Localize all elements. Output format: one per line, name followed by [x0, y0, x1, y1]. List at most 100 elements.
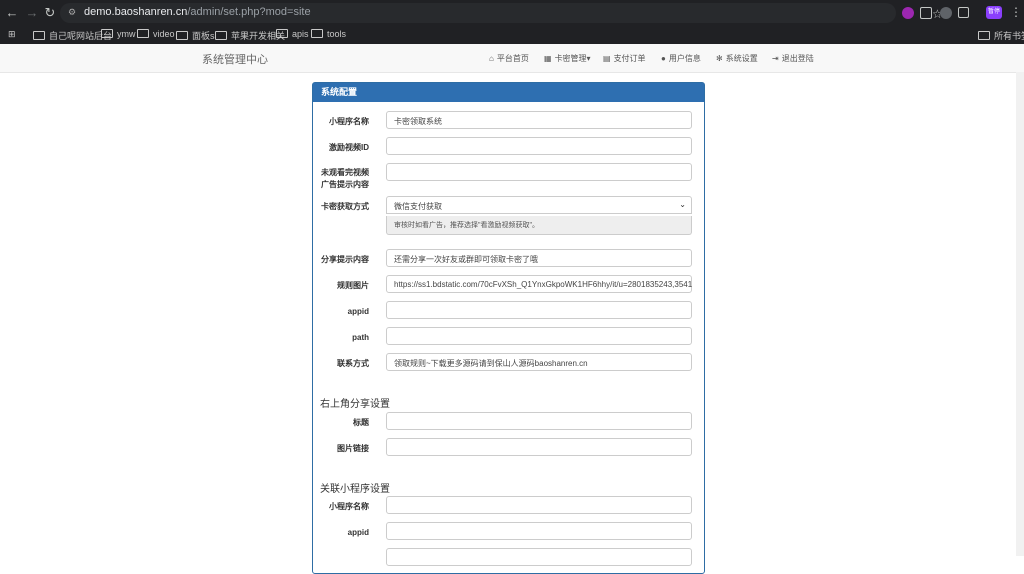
bookmark-folder[interactable]: 苹果开发相关	[215, 29, 285, 42]
bookmark-folder[interactable]: tools	[311, 29, 346, 39]
gear-icon: ✻	[716, 54, 723, 63]
chevron-down-icon: ⌄	[679, 200, 686, 209]
nav-label: 平台首页	[496, 54, 529, 63]
app-name-input[interactable]: 卡密领取系统	[386, 111, 692, 129]
field-label: 图片链接	[337, 444, 369, 453]
list-icon: ▤	[603, 54, 611, 63]
field-label: 激励视频ID	[329, 143, 369, 152]
folder-icon	[276, 29, 288, 38]
bookmark-label: ymw	[117, 29, 136, 39]
bookmark-folder[interactable]: ymw	[101, 29, 136, 39]
help-text-box: 审核时如看广告，推荐选择"看激励视频获取"。	[386, 216, 692, 235]
bookmark-label: 面板s	[192, 31, 215, 41]
bookmark-folder[interactable]: apis	[276, 29, 309, 39]
address-bar[interactable]: ⚙ demo.baoshanren.cn/admin/set.php?mod=s…	[60, 3, 943, 23]
user-icon: ●	[661, 54, 666, 63]
related-section-title: 关联小程序设置	[320, 484, 390, 495]
nav-user-info[interactable]: ● 用户信息	[661, 53, 701, 64]
extension-icon[interactable]	[920, 7, 932, 19]
panel-title: 系统配置	[321, 87, 358, 97]
bookmark-label: apis	[292, 29, 309, 39]
url-text: demo.baoshanren.cn/admin/set.php?mod=sit…	[84, 6, 311, 18]
bookmark-label: video	[153, 29, 175, 39]
input-value: https://ss1.bdstatic.com/70cFvXSh_Q1YnxG…	[394, 280, 692, 289]
folder-icon	[33, 31, 45, 40]
nav-label: 系统设置	[725, 54, 758, 63]
browser-toolbar: ← → ↻ ⚙ demo.baoshanren.cn/admin/set.php…	[0, 0, 1024, 26]
nav-label: 支付订单	[613, 54, 646, 63]
folder-icon	[101, 29, 113, 38]
field-label: 卡密获取方式	[321, 202, 369, 211]
share-tip-input[interactable]: 还需分享一次好友或群即可领取卡密了哦	[386, 249, 692, 267]
bookmarks-bar: ⊞ 自己呢网站后台 ymw video 面板s 苹果开发相关 apis tool…	[0, 26, 1024, 45]
share-title-input[interactable]	[386, 412, 692, 430]
contact-input[interactable]: 领取规则~下载更多源码请到保山人源码baoshanren.cn	[386, 353, 692, 371]
extension-icon[interactable]	[902, 7, 914, 19]
appid-input[interactable]	[386, 301, 692, 319]
nav-payment-orders[interactable]: ▤ 支付订单	[603, 53, 646, 64]
related-appid-input[interactable]	[386, 522, 692, 540]
panel-heading: 系统配置	[313, 83, 704, 102]
path-input[interactable]	[386, 327, 692, 345]
field-label: 小程序名称	[329, 502, 369, 511]
nav-label: 用户信息	[668, 54, 701, 63]
site-navbar: 系统管理中心 ⌂ 平台首页 ▦ 卡密管理▾ ▤ 支付订单 ● 用户信息 ✻ 系统设置 ⇥ 退…	[0, 44, 1024, 73]
reload-icon[interactable]: ↻	[42, 5, 58, 21]
site-info-icon[interactable]: ⚙	[68, 7, 78, 17]
folder-icon	[978, 31, 990, 40]
not-watched-tip-input[interactable]	[386, 163, 692, 181]
field-label: 广告提示内容	[321, 180, 369, 189]
field-label: path	[352, 333, 369, 342]
home-icon: ⌂	[489, 54, 494, 63]
logout-icon: ⇥	[772, 54, 779, 63]
nav-card-management[interactable]: ▦ 卡密管理▾	[544, 53, 591, 64]
page-scrollbar[interactable]	[1016, 72, 1024, 556]
help-text: 审核时如看广告，推荐选择"看激励视频获取"。	[394, 222, 539, 229]
back-icon[interactable]: ←	[4, 5, 20, 21]
card-method-select[interactable]: 微信支付获取 ⌄	[386, 196, 692, 214]
field-label: appid	[347, 307, 369, 316]
url-path: /admin/set.php?mod=site	[187, 6, 311, 18]
browser-menu-icon[interactable]: ⋮	[1010, 5, 1022, 19]
nav-system-settings[interactable]: ✻ 系统设置	[716, 53, 758, 64]
url-host: demo.baoshanren.cn	[84, 6, 188, 18]
all-bookmarks[interactable]: 所有书签	[978, 29, 1024, 42]
select-value: 微信支付获取	[394, 202, 442, 211]
extensions-puzzle-icon[interactable]	[958, 7, 969, 18]
share-section-title: 右上角分享设置	[320, 399, 390, 410]
field-label: 未观看完视频	[321, 168, 369, 177]
profile-label: 暂停	[987, 9, 1000, 15]
field-label: 联系方式	[337, 359, 369, 368]
related-path-input[interactable]	[386, 548, 692, 566]
nav-home[interactable]: ⌂ 平台首页	[489, 53, 529, 64]
bookmark-folder[interactable]: 面板s	[176, 29, 215, 42]
input-value: 还需分享一次好友或群即可领取卡密了哦	[394, 255, 538, 264]
bookmark-folder[interactable]: video	[137, 29, 175, 39]
all-bookmarks-label: 所有书签	[994, 31, 1024, 41]
folder-icon	[215, 31, 227, 40]
folder-icon	[311, 29, 323, 38]
nav-label: 退出登陆	[781, 54, 814, 63]
profile-avatar[interactable]: 暂停	[986, 6, 1002, 19]
related-app-name-input[interactable]	[386, 496, 692, 514]
share-image-input[interactable]	[386, 438, 692, 456]
field-label: appid	[347, 528, 369, 537]
forward-icon[interactable]: →	[24, 5, 40, 21]
field-label: 小程序名称	[329, 117, 369, 126]
video-id-input[interactable]	[386, 137, 692, 155]
extension-icon[interactable]	[940, 7, 952, 19]
field-label: 分享提示内容	[321, 255, 369, 264]
rule-image-input[interactable]: https://ss1.bdstatic.com/70cFvXSh_Q1YnxG…	[386, 275, 692, 293]
folder-icon	[176, 31, 188, 40]
field-label: 标题	[353, 418, 369, 427]
grid-icon: ▦	[544, 54, 552, 63]
apps-grid-icon[interactable]: ⊞	[8, 30, 17, 39]
nav-logout[interactable]: ⇥ 退出登陆	[772, 53, 814, 64]
input-value: 卡密领取系统	[394, 117, 442, 126]
system-config-panel: 系统配置 小程序名称 卡密领取系统 激励视频ID 未观看完视频 广告提示内容 卡…	[312, 82, 705, 574]
brand-title[interactable]: 系统管理中心	[202, 51, 268, 67]
nav-label: 卡密管理▾	[554, 54, 591, 63]
folder-icon	[137, 29, 149, 38]
input-value: 领取规则~下载更多源码请到保山人源码baoshanren.cn	[394, 359, 588, 368]
bookmark-label: tools	[327, 29, 347, 39]
